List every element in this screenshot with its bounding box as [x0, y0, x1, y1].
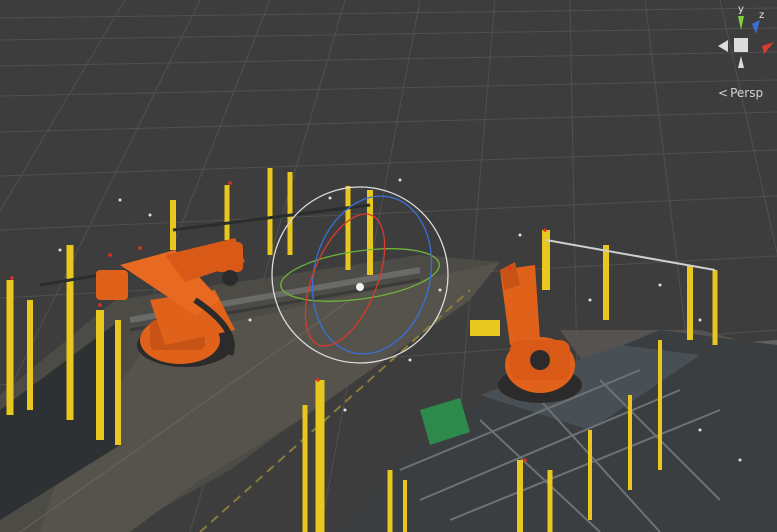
z-axis-cone[interactable] [752, 20, 760, 34]
y-axis-cone[interactable] [738, 16, 744, 30]
projection-label: Persp [730, 86, 764, 100]
projection-toggle[interactable]: < Persp [718, 86, 763, 100]
neg-y-axis-cone[interactable] [738, 56, 744, 68]
orientation-gizmo[interactable]: y z [704, 2, 777, 82]
scene-viewport[interactable]: y z < Persp [0, 0, 777, 532]
chevron-left-icon: < [718, 86, 729, 100]
y-axis-label: y [738, 4, 744, 15]
z-axis-label: z [759, 10, 764, 21]
gizmo-center-cube[interactable] [734, 38, 748, 52]
scene-canvas[interactable] [0, 0, 777, 532]
neg-x-axis-cone[interactable] [718, 40, 728, 52]
x-axis-cone[interactable] [762, 42, 774, 54]
